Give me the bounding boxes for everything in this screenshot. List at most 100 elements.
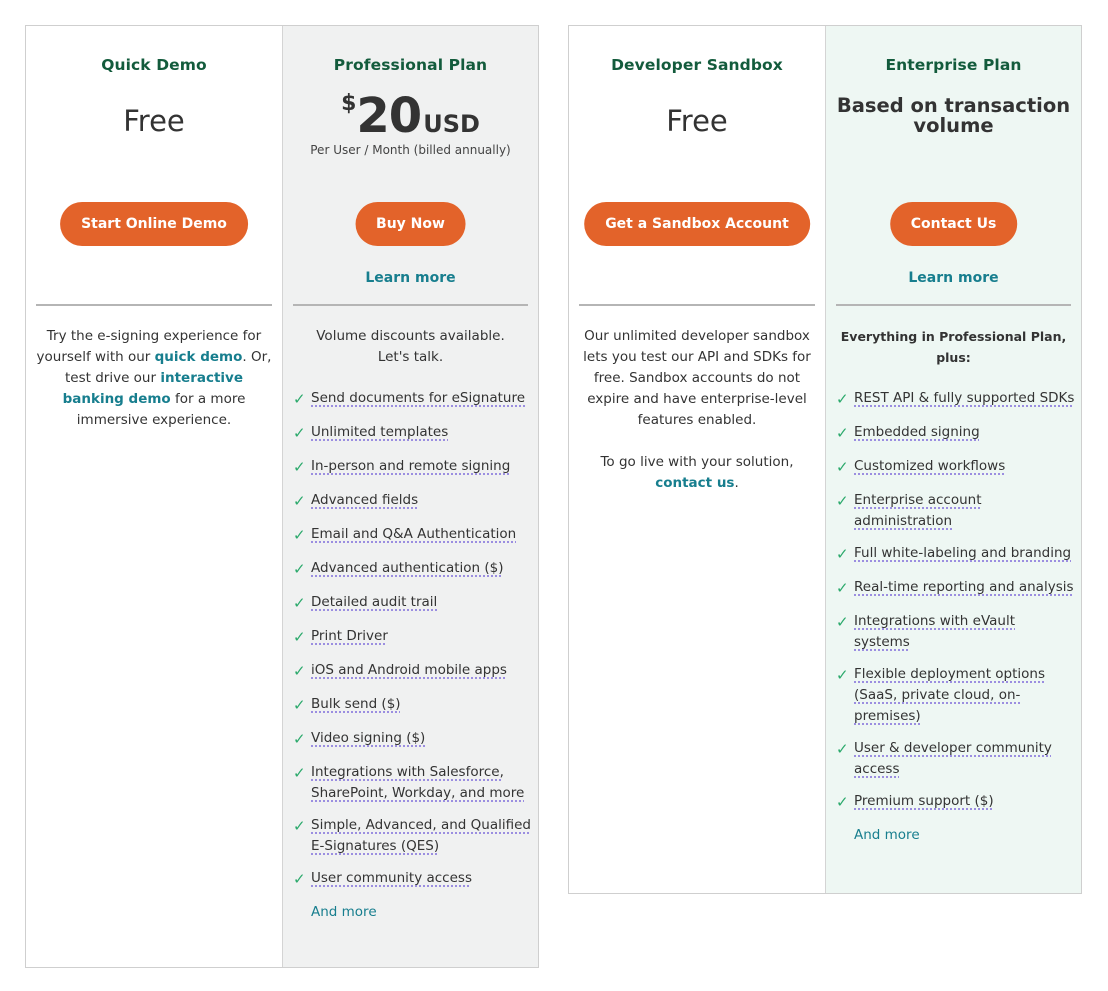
feature-text[interactable]: Unlimited templates <box>311 422 448 445</box>
check-icon: ✓ <box>293 594 306 612</box>
check-icon: ✓ <box>293 492 306 510</box>
feature-text[interactable]: REST API & fully supported SDKs <box>854 388 1074 411</box>
feature-text[interactable]: Bulk send ($) <box>311 694 401 717</box>
check-icon: ✓ <box>836 579 849 597</box>
plan-name: Enterprise Plan <box>885 56 1022 74</box>
feature-item: ✓ Embedded signing <box>836 422 1075 445</box>
plan-intro: Volume discounts available. Let's talk. <box>316 328 505 365</box>
check-icon: ✓ <box>293 390 306 408</box>
check-icon: ✓ <box>293 458 306 476</box>
get-sandbox-account-button[interactable]: Get a Sandbox Account <box>584 202 810 246</box>
feature-item: ✓ Video signing ($) <box>293 728 532 751</box>
plan-name: Developer Sandbox <box>611 56 783 74</box>
feature-item: ✓ Customized workflows <box>836 456 1075 479</box>
plan-intro: Everything in Professional Plan, plus: <box>840 329 1067 365</box>
feature-item: ✓ Full white-labeling and branding <box>836 543 1075 566</box>
check-icon: ✓ <box>293 560 306 578</box>
feature-item: ✓ Bulk send ($) <box>293 694 532 717</box>
feature-text[interactable]: Video signing ($) <box>311 728 425 751</box>
learn-more-link[interactable]: Learn more <box>826 270 1081 286</box>
contact-us-link[interactable]: contact us <box>655 475 734 491</box>
feature-text[interactable]: Embedded signing <box>854 422 980 445</box>
description-text: To go live with your solution, <box>600 454 794 470</box>
feature-item: ✓ Flexible deployment options (SaaS, priv… <box>836 664 1075 727</box>
check-icon: ✓ <box>836 666 849 684</box>
feature-text[interactable]: Advanced fields <box>311 490 418 513</box>
feature-text[interactable]: Print Driver <box>311 626 388 649</box>
check-icon: ✓ <box>836 545 849 563</box>
feature-text[interactable]: User community access <box>311 868 472 891</box>
feature-item: ✓ Email and Q&A Authentication <box>293 524 532 547</box>
divider <box>836 304 1071 306</box>
feature-list: ✓ REST API & fully supported SDKs ✓ Embedde… <box>836 388 1075 846</box>
feature-text[interactable]: iOS and Android mobile apps <box>311 660 507 683</box>
feature-item: ✓ Send documents for eSignature <box>293 388 532 411</box>
feature-text[interactable]: Enterprise account administration <box>854 490 1075 532</box>
feature-item: ✓ Detailed audit trail <box>293 592 532 615</box>
divider <box>36 304 272 306</box>
feature-item: ✓ Premium support ($) <box>836 791 1075 814</box>
check-icon: ✓ <box>293 628 306 646</box>
learn-more-link[interactable]: Learn more <box>283 270 538 286</box>
feature-text[interactable]: Advanced authentication ($) <box>311 558 504 581</box>
check-icon: ✓ <box>293 696 306 714</box>
check-icon: ✓ <box>836 424 849 442</box>
feature-text[interactable]: Detailed audit trail <box>311 592 437 615</box>
feature-item: ✓ In-person and remote signing <box>293 456 532 479</box>
plan-name: Professional Plan <box>333 56 488 74</box>
plan-card-quick-demo: Quick Demo Free Start Online Demo Try th… <box>26 26 282 967</box>
feature-item: ✓ Unlimited templates <box>293 422 532 445</box>
check-icon: ✓ <box>293 730 306 748</box>
plan-description: Try the e-signing experience for yoursel… <box>36 326 272 431</box>
check-icon: ✓ <box>293 424 306 442</box>
plan-card-developer-sandbox: Developer Sandbox Free Get a Sandbox Acc… <box>569 26 825 893</box>
plan-price: Free <box>123 104 185 138</box>
feature-text[interactable]: Send documents for eSignature <box>311 388 525 411</box>
feature-text[interactable]: In-person and remote signing <box>311 456 510 479</box>
feature-item: ✓ Print Driver <box>293 626 532 649</box>
feature-list: ✓ Send documents for eSignature ✓ Unlimited… <box>293 388 532 923</box>
feature-text[interactable]: Premium support ($) <box>854 791 994 814</box>
plan-price: Based on transaction volume <box>836 94 1071 137</box>
feature-text[interactable]: Integrations with eVault systems <box>854 611 1075 653</box>
buy-now-button[interactable]: Buy Now <box>355 202 466 246</box>
feature-item: ✓ User community access <box>293 868 532 891</box>
plan-name: Quick Demo <box>101 56 207 74</box>
feature-item: ✓ Simple, Advanced, and Qualified E-Signa… <box>293 815 532 857</box>
contact-us-button[interactable]: Contact Us <box>889 202 1018 246</box>
start-online-demo-button[interactable]: Start Online Demo <box>60 202 248 246</box>
feature-text[interactable]: Customized workflows <box>854 456 1005 479</box>
pricing-group-right: Developer Sandbox Free Get a Sandbox Acc… <box>568 25 1082 894</box>
plan-card-professional: Professional Plan $20USD Per User / Mont… <box>282 26 538 967</box>
check-icon: ✓ <box>293 764 306 782</box>
feature-item: ✓ Real-time reporting and analysis <box>836 577 1075 600</box>
description-text: Our unlimited developer sandbox lets you… <box>583 328 811 428</box>
currency-symbol: $ <box>341 91 357 116</box>
plan-description: Our unlimited developer sandbox lets you… <box>579 326 815 494</box>
check-icon: ✓ <box>293 526 306 544</box>
currency-code: USD <box>423 110 480 138</box>
quick-demo-link[interactable]: quick demo <box>155 349 243 365</box>
feature-item: ✓ Integrations with Salesforce, SharePoin… <box>293 762 532 804</box>
pricing-group-left: Quick Demo Free Start Online Demo Try th… <box>25 25 539 968</box>
feature-text[interactable]: Flexible deployment options (SaaS, priva… <box>854 664 1075 727</box>
check-icon: ✓ <box>293 662 306 680</box>
divider <box>293 304 528 306</box>
feature-text[interactable]: Full white-labeling and branding <box>854 543 1071 566</box>
check-icon: ✓ <box>836 458 849 476</box>
feature-item: ✓ Integrations with eVault systems <box>836 611 1075 653</box>
feature-item: ✓ Enterprise account administration <box>836 490 1075 532</box>
feature-text[interactable]: User & developer community access <box>854 738 1075 780</box>
feature-item: ✓ User & developer community access <box>836 738 1075 780</box>
divider <box>579 304 815 306</box>
feature-text[interactable]: Simple, Advanced, and Qualified E-Signat… <box>311 815 532 857</box>
and-more-link[interactable]: And more <box>311 902 532 923</box>
feature-text[interactable]: Integrations with Salesforce, SharePoint… <box>311 762 532 804</box>
feature-text[interactable]: Real-time reporting and analysis <box>854 577 1074 600</box>
plan-card-enterprise: Enterprise Plan Based on transaction vol… <box>825 26 1081 893</box>
plan-price: Free <box>666 104 728 138</box>
and-more-link[interactable]: And more <box>854 825 1075 846</box>
check-icon: ✓ <box>293 870 306 888</box>
feature-text[interactable]: Email and Q&A Authentication <box>311 524 516 547</box>
price-period: Per User / Month (billed annually) <box>310 143 511 157</box>
